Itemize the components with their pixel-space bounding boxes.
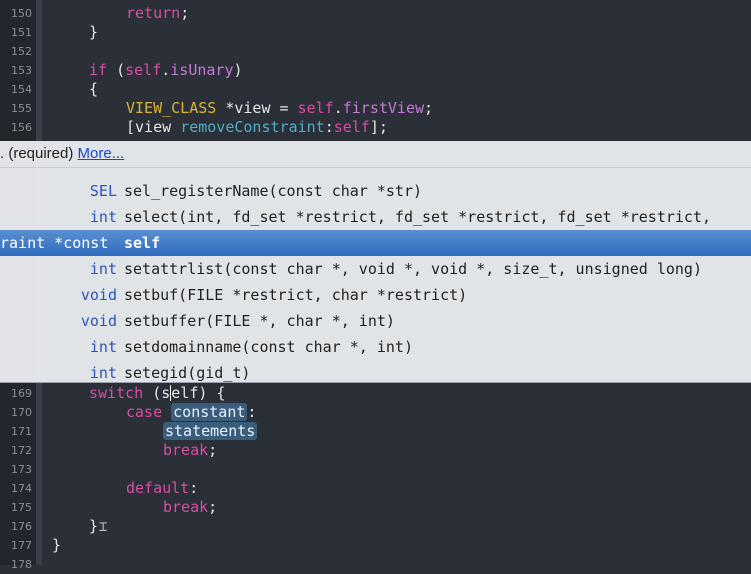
completion-signature: select(int, fd_set *restrict, fd_set *re… xyxy=(124,208,711,226)
code-token: . xyxy=(161,61,171,79)
code-token: ; xyxy=(424,99,434,117)
line-number: 151 xyxy=(11,26,32,39)
completion-return-type: int xyxy=(89,364,117,382)
code-text: break; xyxy=(163,498,217,517)
code-text: } xyxy=(89,23,98,42)
completion-description-text: . (required) xyxy=(0,145,78,162)
code-token: firstView xyxy=(342,99,425,117)
ibeam-cursor-icon: ⌶ xyxy=(99,519,108,535)
completion-description: . (required) More... xyxy=(0,141,124,167)
line-number: 175 xyxy=(11,501,32,514)
code-text: default: xyxy=(126,479,198,498)
completion-item[interactable]: void setbuf(FILE *restrict, char *restric… xyxy=(0,282,751,308)
code-token: (s xyxy=(143,384,171,402)
code-text: [view removeConstraint:self]; xyxy=(126,118,388,137)
completion-return-type: SEL xyxy=(89,182,117,200)
code-token: self xyxy=(333,118,370,136)
code-token: ]; xyxy=(369,118,388,136)
code-token: ) xyxy=(233,61,243,79)
code-token: ; xyxy=(208,498,218,516)
completion-return-type: int xyxy=(89,338,117,356)
completion-return-type: int xyxy=(89,260,117,278)
code-token: elf) { xyxy=(171,384,226,402)
line-number: 153 xyxy=(11,64,32,77)
code-text: if (self.isUnary) xyxy=(89,61,243,80)
code-token: isUnary xyxy=(170,61,234,79)
code-token: } xyxy=(89,23,99,41)
completion-signature: setattrlist(const char *, void *, void *… xyxy=(124,260,702,278)
completion-return-type: void xyxy=(80,286,117,304)
line-number: 170 xyxy=(11,406,32,419)
code-text: } xyxy=(52,536,61,555)
completion-signature: setbuffer(FILE *, char *, int) xyxy=(124,312,395,330)
completion-return-type: void xyxy=(80,312,117,330)
code-text: } xyxy=(89,517,98,536)
code-token: } xyxy=(89,517,99,535)
completion-signature: self xyxy=(124,234,161,252)
code-token: *view = xyxy=(216,99,298,117)
code-token: self xyxy=(297,99,334,117)
completion-item[interactable]: int setdomainname(const char *, int) xyxy=(0,334,751,360)
completion-item[interactable]: void setbuffer(FILE *, char *, int) xyxy=(0,308,751,334)
code-token: VIEW_CLASS xyxy=(126,99,217,117)
completion-item[interactable]: int select(int, fd_set *restrict, fd_set … xyxy=(0,204,751,230)
line-number: 152 xyxy=(11,45,32,58)
code-text: { xyxy=(89,80,98,99)
code-text: switch (self) { xyxy=(89,384,225,403)
line-number: 173 xyxy=(11,463,32,476)
completion-item[interactable]: SEL sel_registerName(const char *str) xyxy=(0,178,751,204)
code-token: break xyxy=(163,441,209,459)
placeholder-token[interactable]: constant xyxy=(171,403,248,421)
placeholder-token[interactable]: statements xyxy=(163,422,258,440)
completion-signature: setdomainname(const char *, int) xyxy=(124,338,413,356)
completion-return-type: int xyxy=(89,208,117,226)
completion-signature: setbuf(FILE *restrict, char *restrict) xyxy=(124,286,468,304)
code-token: } xyxy=(52,536,62,554)
line-number: 156 xyxy=(11,121,32,134)
code-text: statements xyxy=(163,422,258,441)
code-token: { xyxy=(89,80,99,98)
code-token: : xyxy=(189,479,199,497)
code-text: VIEW_CLASS *view = self.firstView; xyxy=(126,99,433,118)
code-text: break; xyxy=(163,441,217,460)
code-token: case xyxy=(126,403,163,421)
completion-signature: setegid(gid_t) xyxy=(124,364,251,382)
code-token: ; xyxy=(180,4,190,22)
line-number: 176 xyxy=(11,520,32,533)
code-token: : xyxy=(324,118,334,136)
code-text: case constant: xyxy=(126,403,256,422)
code-token: . xyxy=(333,99,343,117)
code-token: if xyxy=(89,61,108,79)
completion-item[interactable]: int setegid(gid_t) xyxy=(0,360,751,382)
line-number: 155 xyxy=(11,102,32,115)
line-number: 154 xyxy=(11,83,32,96)
completion-popup[interactable]: . (required) More... SEL sel_registerName… xyxy=(0,141,751,383)
code-token: break xyxy=(163,498,209,516)
code-token: default xyxy=(126,479,190,497)
line-number: 172 xyxy=(11,444,32,457)
completion-item[interactable]: int setattrlist(const char *, void *, voi… xyxy=(0,256,751,282)
code-token: removeConstraint xyxy=(180,118,325,136)
completion-item[interactable]: raint *const self xyxy=(0,230,751,256)
line-number: 171 xyxy=(11,425,32,438)
code-text: return; xyxy=(126,4,189,23)
popup-divider xyxy=(0,167,751,168)
line-number: 177 xyxy=(11,539,32,552)
code-token: : xyxy=(247,403,257,421)
completion-return-type: raint *const xyxy=(0,234,109,252)
code-token: switch xyxy=(89,384,144,402)
line-number: 150 xyxy=(11,7,32,20)
code-token: ( xyxy=(107,61,126,79)
line-number: 174 xyxy=(11,482,32,495)
code-token: ; xyxy=(208,441,218,459)
code-token: [view xyxy=(126,118,181,136)
more-link[interactable]: More... xyxy=(78,145,125,162)
code-token: self xyxy=(125,61,162,79)
code-token: return xyxy=(126,4,181,22)
line-number: 169 xyxy=(11,387,32,400)
completion-signature: sel_registerName(const char *str) xyxy=(124,182,423,200)
